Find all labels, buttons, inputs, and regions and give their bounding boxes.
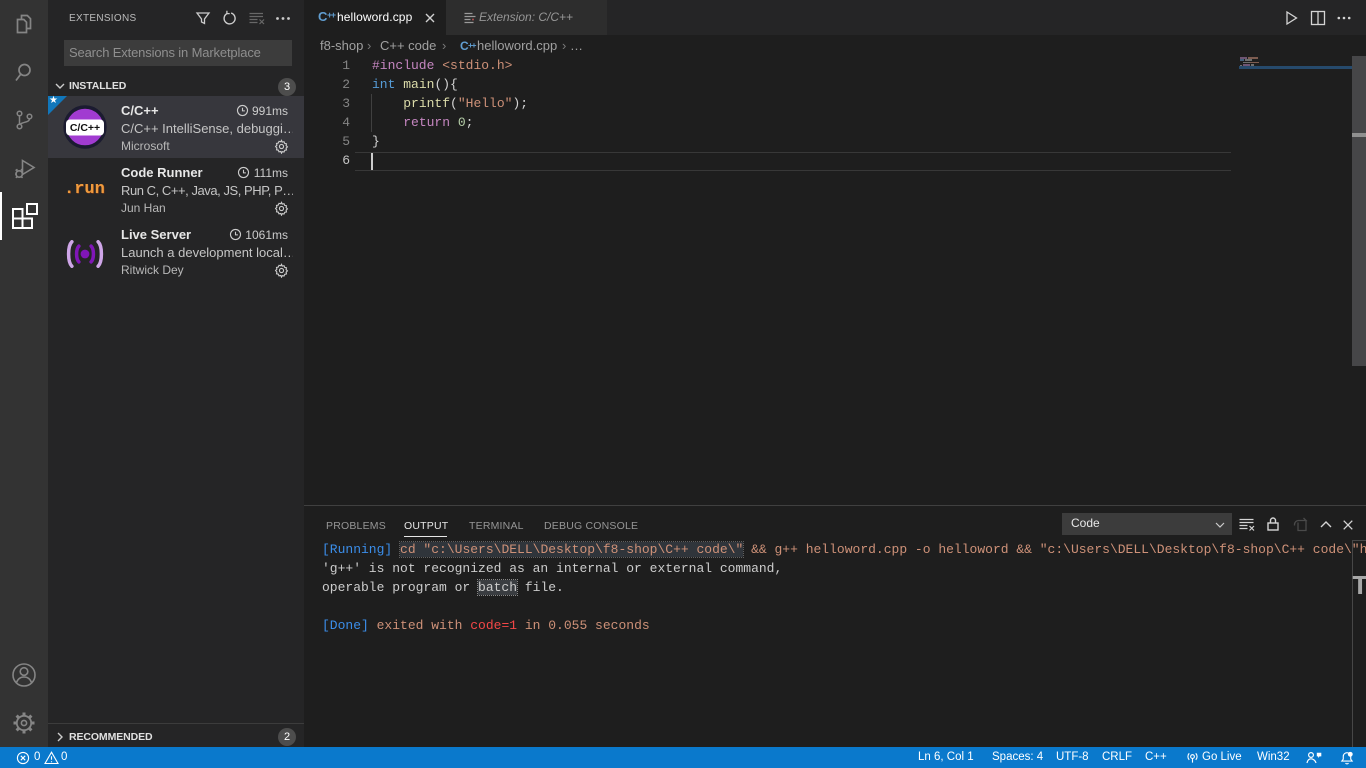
svg-text:C/C++: C/C++	[70, 122, 100, 134]
